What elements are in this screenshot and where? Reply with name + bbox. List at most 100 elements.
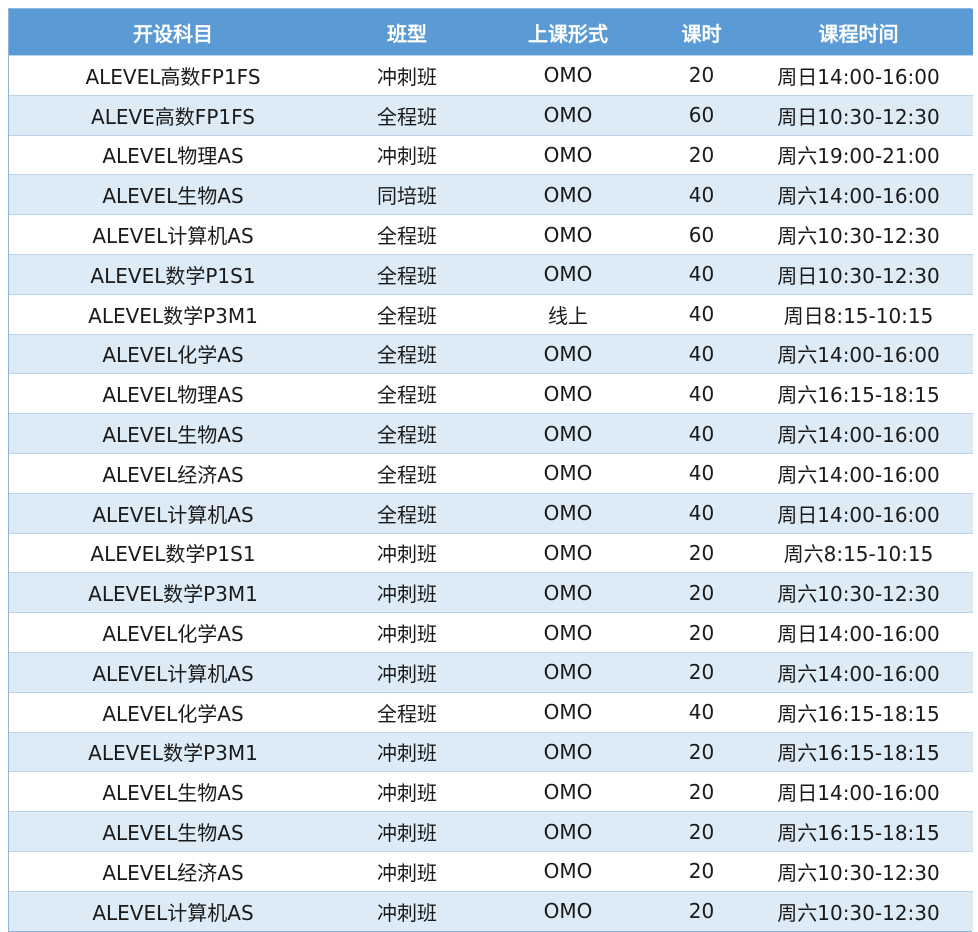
header-row: 开设科目 班型 上课形式 课时 课程时间 bbox=[9, 9, 973, 56]
cell-schedule: 周六14:00-16:00 bbox=[744, 452, 973, 494]
table-row: ALEVEL数学P3M1 冲刺班 OMO 20 周六16:15-18:15 bbox=[9, 731, 973, 772]
table-header: 开设科目 班型 上课形式 课时 课程时间 bbox=[9, 9, 973, 56]
course-schedule-table: 开设科目 班型 上课形式 课时 课程时间 ALEVEL高数FP1FS 冲刺班 OMO… bbox=[9, 9, 973, 931]
cell-subject: ALEVEL数学P3M1 bbox=[9, 293, 337, 335]
header-class-type: 班型 bbox=[337, 9, 477, 56]
cell-schedule: 周日8:15-10:15 bbox=[744, 293, 973, 335]
cell-subject: ALEVEL化学AS bbox=[9, 691, 337, 733]
cell-subject: ALEVEL生物AS bbox=[9, 174, 337, 215]
cell-class-type: 同培班 bbox=[337, 174, 477, 215]
cell-schedule: 周六10:30-12:30 bbox=[744, 214, 973, 255]
table-row: ALEVEL经济AS 冲刺班 OMO 20 周六10:30-12:30 bbox=[9, 850, 973, 892]
cell-subject: ALEVEL物理AS bbox=[9, 134, 337, 175]
cell-subject: ALEVEL计算机AS bbox=[9, 890, 337, 931]
table-row: ALEVEL高数FP1FS 冲刺班 OMO 20 周日14:00-16:00 bbox=[9, 55, 973, 96]
header-format: 上课形式 bbox=[477, 9, 659, 56]
cell-class-type: 全程班 bbox=[337, 214, 477, 255]
cell-subject: ALEVEL数学P1S1 bbox=[9, 532, 337, 573]
cell-hours: 20 bbox=[659, 55, 744, 96]
cell-subject: ALEVEL化学AS bbox=[9, 612, 337, 653]
cell-format: OMO bbox=[477, 890, 659, 931]
cell-hours: 40 bbox=[659, 691, 744, 733]
cell-hours: 40 bbox=[659, 293, 744, 335]
cell-hours: 40 bbox=[659, 492, 744, 534]
cell-subject: ALEVEL物理AS bbox=[9, 373, 337, 414]
cell-format: OMO bbox=[477, 771, 659, 812]
cell-subject: ALEVEL生物AS bbox=[9, 771, 337, 812]
cell-subject: ALEVEL计算机AS bbox=[9, 651, 337, 693]
cell-hours: 20 bbox=[659, 532, 744, 573]
cell-hours: 40 bbox=[659, 174, 744, 215]
cell-format: OMO bbox=[477, 492, 659, 534]
cell-schedule: 周六10:30-12:30 bbox=[744, 850, 973, 892]
cell-class-type: 全程班 bbox=[337, 94, 477, 136]
cell-schedule: 周日14:00-16:00 bbox=[744, 771, 973, 812]
cell-class-type: 冲刺班 bbox=[337, 532, 477, 573]
cell-subject: ALEVEL生物AS bbox=[9, 413, 337, 454]
table-row: ALEVEL化学AS 全程班 OMO 40 周六14:00-16:00 bbox=[9, 333, 973, 374]
cell-schedule: 周六19:00-21:00 bbox=[744, 134, 973, 175]
table-row: ALEVEL数学P3M1 全程班 线上 40 周日8:15-10:15 bbox=[9, 293, 973, 335]
table-row: ALEVEL计算机AS 全程班 OMO 60 周六10:30-12:30 bbox=[9, 214, 973, 255]
cell-schedule: 周六14:00-16:00 bbox=[744, 651, 973, 693]
cell-hours: 40 bbox=[659, 413, 744, 454]
cell-class-type: 全程班 bbox=[337, 452, 477, 494]
cell-hours: 20 bbox=[659, 731, 744, 772]
table-row: ALEVEL生物AS 同培班 OMO 40 周六14:00-16:00 bbox=[9, 174, 973, 215]
table-row: ALEVE高数FP1FS 全程班 OMO 60 周日10:30-12:30 bbox=[9, 94, 973, 136]
cell-format: OMO bbox=[477, 134, 659, 175]
cell-format: OMO bbox=[477, 651, 659, 693]
cell-subject: ALEVEL数学P3M1 bbox=[9, 731, 337, 772]
cell-schedule: 周六16:15-18:15 bbox=[744, 811, 973, 852]
cell-class-type: 冲刺班 bbox=[337, 134, 477, 175]
cell-schedule: 周日14:00-16:00 bbox=[744, 612, 973, 653]
cell-format: OMO bbox=[477, 612, 659, 653]
cell-schedule: 周六16:15-18:15 bbox=[744, 691, 973, 733]
cell-format: OMO bbox=[477, 253, 659, 295]
cell-hours: 40 bbox=[659, 452, 744, 494]
cell-format: OMO bbox=[477, 174, 659, 215]
cell-hours: 20 bbox=[659, 890, 744, 931]
cell-class-type: 冲刺班 bbox=[337, 651, 477, 693]
table-row: ALEVEL计算机AS 冲刺班 OMO 20 周六14:00-16:00 bbox=[9, 651, 973, 693]
header-hours: 课时 bbox=[659, 9, 744, 56]
cell-hours: 20 bbox=[659, 134, 744, 175]
cell-hours: 40 bbox=[659, 373, 744, 414]
cell-hours: 20 bbox=[659, 811, 744, 852]
cell-subject: ALEVEL数学P1S1 bbox=[9, 253, 337, 295]
cell-subject: ALEVEL计算机AS bbox=[9, 214, 337, 255]
cell-class-type: 全程班 bbox=[337, 373, 477, 414]
cell-subject: ALEVE高数FP1FS bbox=[9, 94, 337, 136]
cell-format: OMO bbox=[477, 532, 659, 573]
cell-subject: ALEVEL经济AS bbox=[9, 850, 337, 892]
cell-schedule: 周六16:15-18:15 bbox=[744, 731, 973, 772]
cell-schedule: 周六10:30-12:30 bbox=[744, 890, 973, 931]
cell-class-type: 全程班 bbox=[337, 293, 477, 335]
table-row: ALEVEL计算机AS 冲刺班 OMO 20 周六10:30-12:30 bbox=[9, 890, 973, 931]
cell-format: OMO bbox=[477, 55, 659, 96]
cell-schedule: 周六10:30-12:30 bbox=[744, 572, 973, 613]
cell-schedule: 周六14:00-16:00 bbox=[744, 174, 973, 215]
table-row: ALEVEL数学P1S1 全程班 OMO 40 周日10:30-12:30 bbox=[9, 253, 973, 295]
cell-format: OMO bbox=[477, 452, 659, 494]
cell-subject: ALEVEL数学P3M1 bbox=[9, 572, 337, 613]
cell-format: OMO bbox=[477, 731, 659, 772]
cell-schedule: 周日10:30-12:30 bbox=[744, 94, 973, 136]
cell-class-type: 全程班 bbox=[337, 492, 477, 534]
cell-format: OMO bbox=[477, 811, 659, 852]
cell-schedule: 周日14:00-16:00 bbox=[744, 492, 973, 534]
cell-schedule: 周六14:00-16:00 bbox=[744, 413, 973, 454]
table-row: ALEVEL经济AS 全程班 OMO 40 周六14:00-16:00 bbox=[9, 452, 973, 494]
course-schedule-table-wrapper: 开设科目 班型 上课形式 课时 课程时间 ALEVEL高数FP1FS 冲刺班 OMO… bbox=[8, 8, 973, 932]
header-schedule: 课程时间 bbox=[744, 9, 973, 56]
cell-subject: ALEVEL高数FP1FS bbox=[9, 55, 337, 96]
cell-class-type: 全程班 bbox=[337, 691, 477, 733]
cell-format: 线上 bbox=[477, 293, 659, 335]
cell-class-type: 全程班 bbox=[337, 253, 477, 295]
cell-format: OMO bbox=[477, 333, 659, 374]
cell-format: OMO bbox=[477, 691, 659, 733]
cell-hours: 40 bbox=[659, 253, 744, 295]
cell-hours: 20 bbox=[659, 771, 744, 812]
cell-subject: ALEVEL化学AS bbox=[9, 333, 337, 374]
cell-format: OMO bbox=[477, 373, 659, 414]
